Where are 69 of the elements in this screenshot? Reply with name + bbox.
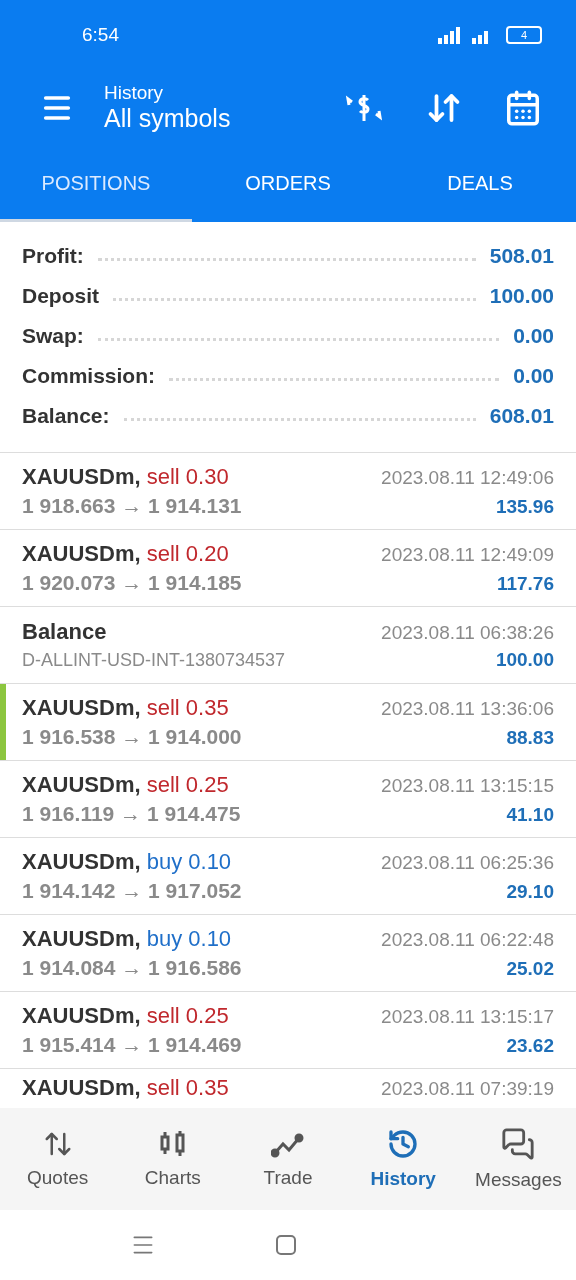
deal-row[interactable]: Balance 2023.08.11 06:38:26 D-ALLINT-USD-INT-1380734537 100.00	[0, 607, 576, 684]
summary-label: Deposit	[22, 284, 99, 308]
summary-value: 608.01	[489, 404, 554, 428]
nav-item[interactable]: Trade	[230, 1108, 346, 1210]
nav-item[interactable]: Quotes	[0, 1108, 116, 1210]
calendar-icon	[504, 88, 542, 127]
nav-item[interactable]: History	[345, 1108, 461, 1210]
deal-title: XAUUSDm, sell 0.25	[22, 772, 229, 798]
deal-title: Balance	[22, 619, 107, 645]
deal-prices: 1 914.084 → 1 916.586	[22, 956, 242, 980]
summary-label: Balance:	[22, 404, 110, 428]
summary-value: 508.01	[489, 244, 554, 268]
deal-profit: 25.02	[506, 958, 554, 980]
deal-time: 2023.08.11 06:38:26	[381, 622, 554, 644]
deal-row[interactable]: XAUUSDm, sell 0.35 2023.08.11 07:39:19	[0, 1069, 576, 1108]
chat-icon	[501, 1127, 536, 1161]
deal-title: XAUUSDm, sell 0.30	[22, 464, 229, 490]
summary-value: 100.00	[489, 284, 554, 308]
deal-title: XAUUSDm, sell 0.35	[22, 695, 229, 721]
summary-label: Commission:	[22, 364, 155, 388]
summary-value: 0.00	[513, 324, 554, 348]
home-icon[interactable]	[276, 1235, 296, 1255]
summary-label: Profit:	[22, 244, 84, 268]
deal-profit: 100.00	[495, 649, 554, 671]
deal-time: 2023.08.11 13:36:06	[381, 698, 554, 720]
deal-row[interactable]: XAUUSDm, sell 0.20 2023.08.11 12:49:09 1 920.073 → 1 914.185 117.76	[0, 530, 576, 607]
tab[interactable]: DEALS	[384, 145, 576, 222]
deal-profit: 117.76	[496, 573, 554, 595]
deal-time: 2023.08.11 07:39:19	[381, 1078, 554, 1100]
deal-row[interactable]: XAUUSDm, sell 0.25 2023.08.11 13:15:15 1 916.119 → 1 914.475 41.10	[0, 761, 576, 838]
deal-time: 2023.08.11 06:25:36	[381, 852, 554, 874]
deal-comment: D-ALLINT-USD-INT-1380734537	[22, 650, 286, 671]
deal-row[interactable]: XAUUSDm, buy 0.10 2023.08.11 06:25:36 1 914.142 → 1 917.052 29.10	[0, 838, 576, 915]
deal-prices: 1 916.119 → 1 914.475	[22, 802, 241, 826]
deal-title: XAUUSDm, sell 0.35	[22, 1075, 229, 1101]
candlestick-icon	[158, 1129, 187, 1159]
status-time: 6:54	[82, 24, 119, 46]
deal-profit: 29.10	[506, 881, 554, 903]
deal-prices: 1 916.538 → 1 914.000	[22, 725, 242, 749]
tab[interactable]: ORDERS	[192, 145, 384, 222]
nav-item[interactable]: Charts	[115, 1108, 231, 1210]
deal-title: XAUUSDm, sell 0.25	[22, 1003, 229, 1029]
summary-label: Swap:	[22, 324, 84, 348]
summary-value: 0.00	[513, 364, 554, 388]
deal-row[interactable]: XAUUSDm, sell 0.25 2023.08.11 13:15:17 1 915.414 → 1 914.469 23.62	[0, 992, 576, 1069]
deal-title: XAUUSDm, sell 0.20	[22, 541, 229, 567]
deal-time: 2023.08.11 12:49:09	[381, 544, 554, 566]
deal-prices: 1 920.073 → 1 914.185	[22, 571, 242, 595]
deal-row[interactable]: XAUUSDm, sell 0.35 2023.08.11 13:36:06 1 916.538 → 1 914.000 88.83	[0, 684, 576, 761]
deal-row[interactable]: XAUUSDm, sell 0.30 2023.08.11 12:49:06 1 918.663 → 1 914.131 135.96	[0, 453, 576, 530]
nav-item[interactable]: Messages	[460, 1108, 576, 1210]
deal-prices: 1 914.142 → 1 917.052	[22, 879, 242, 903]
deal-title: XAUUSDm, buy 0.10	[22, 849, 232, 875]
deal-row[interactable]: XAUUSDm, buy 0.10 2023.08.11 06:22:48 1 914.084 → 1 916.586 25.02	[0, 915, 576, 992]
deal-profit: 41.10	[506, 804, 554, 826]
history-icon	[387, 1128, 420, 1160]
screen-subtitle: History	[104, 82, 165, 104]
deal-profit: 23.62	[506, 1035, 554, 1057]
deal-prices: 1 918.663 → 1 914.131	[22, 494, 242, 518]
deal-title: XAUUSDm, buy 0.10	[22, 926, 232, 952]
battery-icon: 4	[506, 26, 542, 44]
deal-time: 2023.08.11 06:22:48	[381, 929, 554, 951]
deal-time: 2023.08.11 13:15:17	[381, 1006, 554, 1028]
deal-profit: 135.96	[495, 496, 554, 518]
deal-profit: 88.83	[506, 727, 554, 749]
screen-title: All symbols	[104, 104, 232, 133]
deal-time: 2023.08.11 13:15:15	[381, 775, 554, 797]
deal-time: 2023.08.11 12:49:06	[381, 467, 554, 489]
deal-prices: 1 915.414 → 1 914.469	[22, 1033, 242, 1057]
